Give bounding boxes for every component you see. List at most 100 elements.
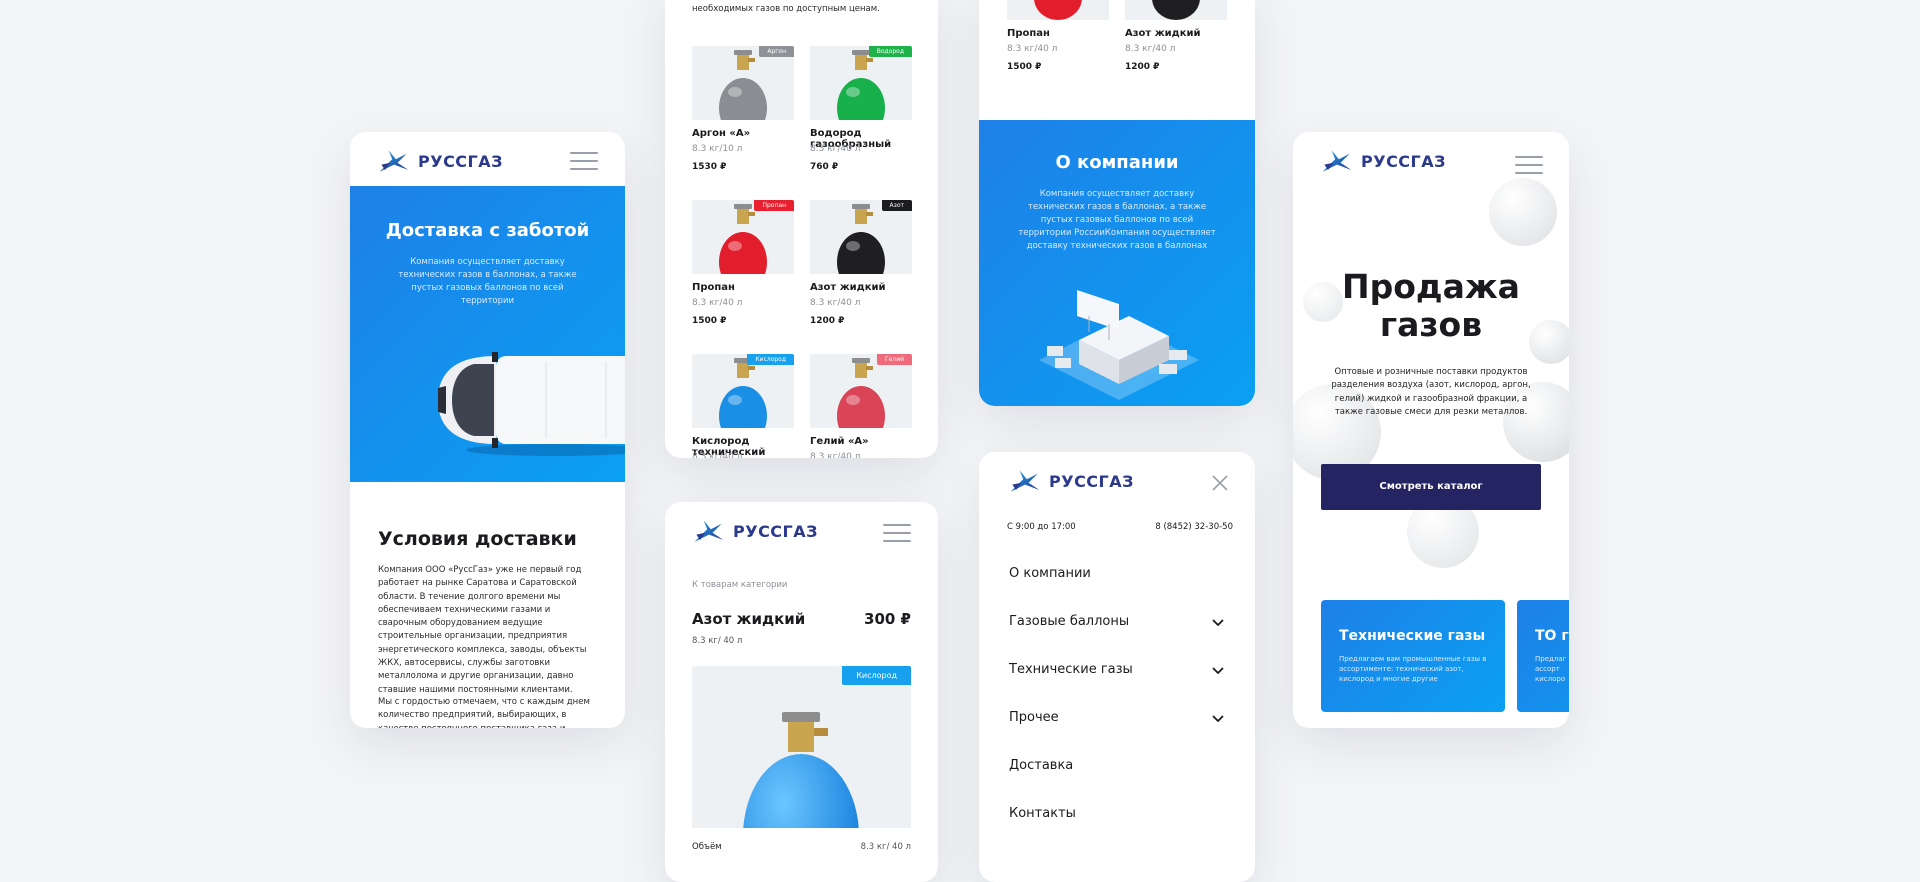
nav-item[interactable]: Газовые баллоны	[1009, 614, 1129, 629]
product-thumbnail	[1125, 0, 1227, 20]
hamburger-menu-icon[interactable]	[1515, 156, 1543, 174]
screen-product: РУССГАЗ К товарам категории Азот жидкий …	[665, 502, 938, 882]
product-name: Пропан	[1007, 28, 1050, 39]
logo[interactable]: РУССГАЗ	[1007, 466, 1134, 496]
nav-item[interactable]: Технические газы	[1009, 662, 1133, 677]
product-card[interactable]: Пропан Пропан 8.3 кг/40 л 1500 ₽	[692, 200, 794, 340]
view-catalog-button[interactable]: Смотреть каталог	[1321, 464, 1541, 510]
screen-menu: РУССГАЗ С 9:00 до 17:00 8 (8452) 32-30-5…	[979, 452, 1255, 882]
logo-text: РУССГАЗ	[1361, 151, 1446, 171]
hero-title-line2: газов	[1379, 305, 1483, 344]
logo-mark-icon	[1319, 146, 1355, 176]
category-card[interactable]: Технические газы Предлагаем вам промышле…	[1321, 600, 1505, 712]
screen-catalog: необходимых газов по доступным ценам. Ар…	[665, 0, 938, 458]
product-price: 760 ₽	[810, 162, 839, 172]
product-thumbnail: Аргон	[692, 46, 794, 120]
logo-mark-icon	[1007, 466, 1043, 496]
volume-label: Объём	[692, 842, 722, 852]
product-tag-badge: Азот	[881, 200, 912, 211]
catalog-intro: необходимых газов по доступным ценам.	[692, 4, 880, 14]
logo[interactable]: РУССГАЗ	[376, 146, 503, 176]
back-to-category-link[interactable]: К товарам категории	[692, 580, 787, 590]
product-tag-badge: Водород	[868, 46, 912, 57]
category-card-title: ТО га	[1535, 628, 1569, 644]
product-thumbnail: Водород	[810, 46, 912, 120]
product-card[interactable]: Кислород Кислород технический 8.3 кг/40 л	[692, 354, 794, 458]
screen-delivery: РУССГАЗ Доставка с заботой Компания осущ…	[350, 132, 625, 728]
chevron-down-icon[interactable]	[1211, 666, 1225, 676]
chevron-down-icon[interactable]	[1211, 714, 1225, 724]
product-price: 1200 ₽	[1125, 62, 1160, 72]
about-text: Компания осуществляет доставку техническ…	[1018, 189, 1216, 251]
product-spec: 8.3 кг/40 л	[692, 298, 743, 308]
product-name: Азот жидкий	[810, 282, 886, 293]
product-spec: 8.3 кг/10 л	[692, 144, 743, 154]
about-title: О компании	[1055, 152, 1179, 173]
product-spec: 8.3 кг/40 л	[810, 144, 861, 154]
cylinder-image	[743, 712, 859, 828]
product-price: 1200 ₽	[810, 316, 845, 326]
product-name: Гелий «А»	[810, 436, 869, 447]
product-thumbnail: Гелий	[810, 354, 912, 428]
product-thumbnail: Азот	[810, 200, 912, 274]
product-card[interactable]: Азот Азот жидкий 8.3 кг/40 л 1200 ₽	[810, 200, 912, 340]
volume-value: 8.3 кг/ 40 л	[860, 842, 911, 852]
product-spec: 8.3 кг/40 л	[810, 452, 861, 458]
product-spec: 8.3 кг/40 л	[692, 452, 743, 458]
product-card[interactable]: Аргон Аргон «А» 8.3 кг/10 л 1530 ₽	[692, 46, 794, 186]
category-card-title: Технические газы	[1339, 628, 1486, 644]
product-name: Азот жидкий	[1125, 28, 1201, 39]
logo-text: РУССГАЗ	[418, 151, 503, 171]
logo-text: РУССГАЗ	[733, 521, 818, 541]
product-name: Пропан	[692, 282, 735, 293]
product-title: Азот жидкий	[692, 610, 806, 628]
hamburger-menu-icon[interactable]	[570, 152, 598, 170]
product-spec: 8.3 кг/40 л	[810, 298, 861, 308]
phone-number[interactable]: 8 (8452) 32-30-50	[1155, 522, 1233, 532]
header: РУССГАЗ	[350, 132, 625, 186]
category-card[interactable]: ТО га Предлаг в ассорт кислоро	[1517, 600, 1569, 712]
hero-banner: Доставка с заботой Компания осуществляет…	[350, 186, 625, 482]
product-price: 1530 ₽	[692, 162, 727, 172]
close-icon[interactable]	[1211, 474, 1229, 492]
product-tag-badge: Кислород	[747, 354, 794, 365]
nav-item[interactable]: Доставка	[1009, 758, 1073, 773]
logo[interactable]: РУССГАЗ	[1319, 146, 1446, 176]
nav-item[interactable]: Контакты	[1009, 806, 1076, 821]
category-card-text: Предлагаем вам промышленные газы в ассор…	[1339, 655, 1487, 683]
delivery-text-2: Мы с гордостью отмечаем, что с каждым дн…	[378, 697, 590, 728]
product-tag-badge: Кислород	[842, 666, 911, 685]
product-image: Кислород	[692, 666, 911, 828]
category-card-text: Предлаг в ассорт кислоро	[1535, 655, 1569, 683]
nav-item[interactable]: О компании	[1009, 566, 1091, 581]
product-name: Аргон «А»	[692, 128, 751, 139]
product-price: 1500 ₽	[1007, 62, 1042, 72]
delivery-text-1: Компания ООО «РуссГаз» уже не первый год…	[378, 565, 587, 695]
product-card[interactable]: Водород Водород газообразный 8.3 кг/40 л 76…	[810, 46, 912, 186]
product-thumbnail: Кислород	[692, 354, 794, 428]
hero-title: Доставка с заботой	[385, 220, 590, 241]
product-card[interactable]: Азот жидкий 8.3 кг/40 л 1200 ₽	[1125, 0, 1227, 80]
screen-home: РУССГАЗ Продажа газов Оптовые и розничны…	[1293, 132, 1569, 728]
hamburger-menu-icon[interactable]	[883, 524, 911, 542]
hero-text: Оптовые и розничные поставки продуктов р…	[1331, 367, 1531, 417]
product-card[interactable]: Пропан 8.3 кг/40 л 1500 ₽	[1007, 0, 1109, 80]
product-spec: 8.3 кг/40 л	[1125, 44, 1176, 54]
product-thumbnail	[1007, 0, 1109, 20]
chevron-down-icon[interactable]	[1211, 618, 1225, 628]
product-spec: 8.3 кг/40 л	[1007, 44, 1058, 54]
hero-title: Продажа газов	[1293, 268, 1569, 344]
warehouse-illustration	[1039, 290, 1199, 400]
logo-mark-icon	[376, 146, 412, 176]
product-tag-badge: Гелий	[877, 354, 912, 365]
logo[interactable]: РУССГАЗ	[691, 516, 818, 546]
product-tag-badge: Аргон	[759, 46, 794, 57]
logo-mark-icon	[691, 516, 727, 546]
product-tag-badge: Пропан	[754, 200, 794, 211]
nav-item[interactable]: Прочее	[1009, 710, 1059, 725]
product-card[interactable]: Гелий Гелий «А» 8.3 кг/40 л	[810, 354, 912, 458]
product-price: 1500 ₽	[692, 316, 727, 326]
product-thumbnail: Пропан	[692, 200, 794, 274]
screen-about: Пропан 8.3 кг/40 л 1500 ₽ Азот жидкий 8.3 кг…	[979, 0, 1255, 406]
working-hours: С 9:00 до 17:00	[1007, 522, 1076, 532]
